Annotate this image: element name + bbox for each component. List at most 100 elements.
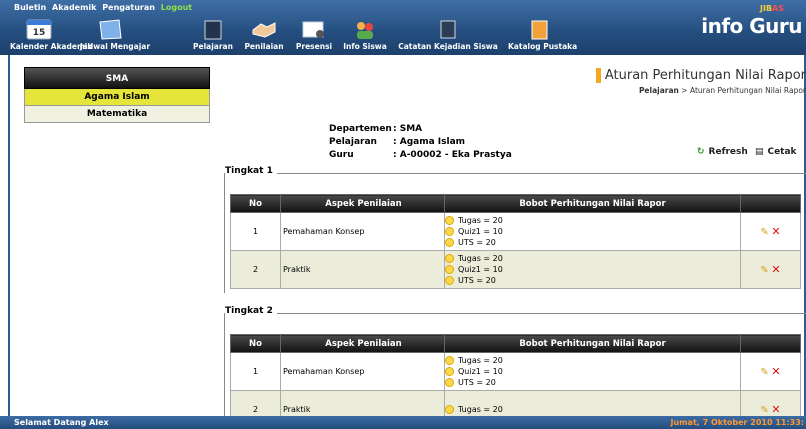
edit-icon[interactable]: ✎ [760,405,768,416]
nav-pelajaran[interactable]: Pelajaran [190,18,236,54]
pelajaran-value: : Agama Islam [393,137,466,147]
notes-icon [440,20,456,39]
print-icon: ▤ [754,147,764,157]
nav-label: Catatan Kejadian Siswa [398,42,498,51]
row-aspek: Praktik [280,250,445,289]
row-no: 2 [230,250,281,289]
col-bobot: Bobot Perhitungan Nilai Rapor [444,334,741,353]
nav-presensi[interactable]: Presensi [294,18,334,54]
nav-jadwal-mengajar[interactable]: Jadwal Mengajar [80,18,150,54]
book-icon [204,20,222,40]
sidebar-item-matematika[interactable]: Matematika [24,106,210,123]
smiley-icon [445,405,454,414]
print-button[interactable]: Cetak [767,147,796,157]
nav-label: Pelajaran [193,42,233,51]
brand-logo: info Guru [701,14,802,38]
row-aspek: Pemahaman Konsep [280,352,445,391]
table-row: 1 Pemahaman Konsep Tugas = 20 Quiz1 = 10… [230,352,801,391]
row-aspek: Pemahaman Konsep [280,212,445,251]
smiley-icon [445,378,454,387]
departemen-label: Departemen [329,124,392,134]
tingkat-1-legend: Tingkat 1 [225,166,277,176]
delete-icon[interactable]: ✕ [771,403,780,416]
smiley-icon [445,276,454,285]
tingkat-1-table: No Aspek Penilaian Bobot Perhitungan Nil… [230,194,801,289]
table-row: 2 Praktik Tugas = 20 Quiz1 = 10 UTS = 20… [230,250,801,289]
menu-buletin[interactable]: Buletin [14,3,46,12]
menu-pengaturan[interactable]: Pengaturan [102,3,155,12]
col-no: No [230,194,281,213]
top-navigation-bar: Buletin Akademik Pengaturan Logout 15 Ka… [0,0,806,55]
breadcrumb-separator: > [681,86,688,95]
breadcrumb-parent[interactable]: Pelajaran [639,86,679,95]
nav-label: Jadwal Mengajar [80,42,151,51]
row-bobot: Tugas = 20 Quiz1 = 10 UTS = 20 [444,250,741,289]
nav-kalender-akademik[interactable]: 15 Kalender Akademik [10,18,92,54]
smiley-icon [445,356,454,365]
nav-penilaian[interactable]: Penilaian [243,18,285,54]
subject-info: Departemen: SMA Pelajaran: Agama Islam G… [329,123,512,162]
row-actions: ✎ ✕ [740,352,801,391]
sidebar-item-agama-islam[interactable]: Agama Islam [24,89,210,106]
attendance-icon [302,21,324,38]
col-action [740,194,801,213]
row-no: 2 [230,390,281,416]
nav-info-siswa[interactable]: Info Siswa [342,18,388,54]
table-row: 1 Pemahaman Konsep Tugas = 20 Quiz1 = 10… [230,212,801,251]
library-icon [531,20,548,40]
smiley-icon [445,367,454,376]
smiley-icon [445,238,454,247]
edit-icon[interactable]: ✎ [760,227,768,238]
tingkat-2-table-viewport[interactable]: No Aspek Penilaian Bobot Perhitungan Nil… [230,334,806,416]
nav-katalog-pustaka[interactable]: Katalog Pustaka [508,18,577,54]
col-bobot: Bobot Perhitungan Nilai Rapor [444,194,741,213]
breadcrumb: Pelajaran > Aturan Perhitungan Nilai Rap… [639,86,806,95]
row-bobot: Tugas = 20 Quiz1 = 10 UTS = 20 [444,352,741,391]
nav-label: Katalog Pustaka [508,42,578,51]
row-bobot: Tugas = 20 [444,390,741,416]
table-row: 2 Praktik Tugas = 20 ✎ ✕ [230,390,801,416]
smiley-icon [445,254,454,263]
sidebar: SMA Agama Islam Matematika [24,67,210,123]
edit-icon[interactable]: ✎ [760,265,768,276]
tingkat-2-table: No Aspek Penilaian Bobot Perhitungan Nil… [230,334,801,416]
tingkat-2-legend: Tingkat 2 [225,306,277,316]
calendar-icon: 15 [26,19,52,40]
toolbar: ↻ Refresh ▤ Cetak [697,147,801,157]
row-no: 1 [230,352,281,391]
smiley-icon [445,265,454,274]
row-bobot: Tugas = 20 Quiz1 = 10 UTS = 20 [444,212,741,251]
brand-jibas: JIBAS [759,4,784,13]
edit-icon[interactable]: ✎ [760,367,768,378]
students-icon [357,22,373,39]
delete-icon[interactable]: ✕ [771,365,780,378]
col-aspek: Aspek Penilaian [280,194,445,213]
col-aspek: Aspek Penilaian [280,334,445,353]
refresh-icon: ↻ [697,147,705,157]
schedule-icon [99,19,122,40]
nav-label: Penilaian [244,42,284,51]
col-action [740,334,801,353]
guru-label: Guru [329,150,354,160]
status-bar: Selamat Datang Alex Jumat, 7 Oktober 201… [0,416,806,429]
row-actions: ✎ ✕ [740,250,801,289]
datetime-text: Jumat, 7 Oktober 2010 11:33: [670,418,804,427]
nav-label: Info Siswa [343,42,387,51]
smiley-icon [445,216,454,225]
delete-icon[interactable]: ✕ [771,263,780,276]
refresh-button[interactable]: Refresh [709,147,748,157]
nav-label: Presensi [295,42,333,51]
logout-link[interactable]: Logout [161,3,192,12]
row-actions: ✎ ✕ [740,212,801,251]
svg-text:15: 15 [33,28,46,38]
breadcrumb-current: Aturan Perhitungan Nilai Rapor [689,86,806,95]
smiley-icon [445,227,454,236]
guru-value: : A-00002 - Eka Prastya [393,150,512,160]
col-no: No [230,334,281,353]
row-aspek: Praktik [280,390,445,416]
page-title: Aturan Perhitungan Nilai Rapor [595,68,806,83]
delete-icon[interactable]: ✕ [771,225,780,238]
nav-catatan-kejadian-siswa[interactable]: Catatan Kejadian Siswa [396,18,500,54]
menu-akademik[interactable]: Akademik [52,3,96,12]
departemen-value: : SMA [393,124,423,134]
